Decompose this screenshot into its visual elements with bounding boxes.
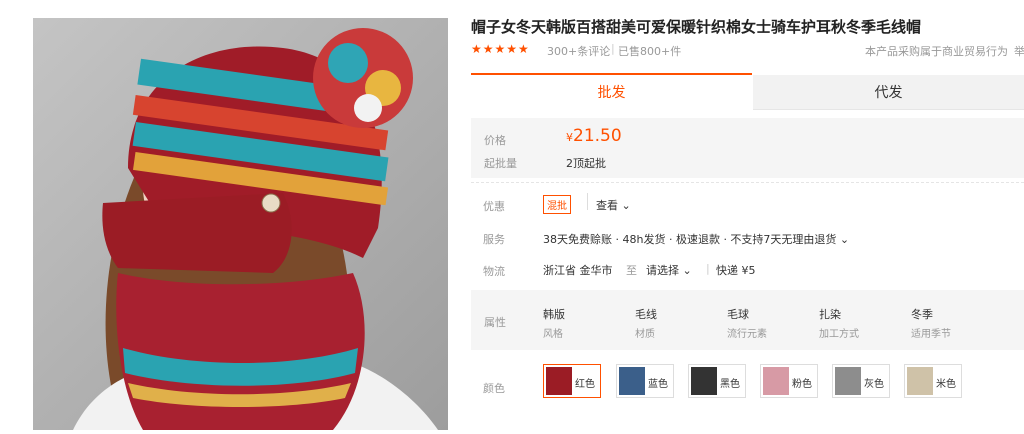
review-count-link[interactable]: 300+条评论 <box>547 43 610 59</box>
mixed-batch-tag: 混批 <box>543 195 571 214</box>
attribute-item: 毛球 流行元素 <box>727 308 767 340</box>
swatch-thumbnail <box>835 367 861 395</box>
price-label: 价格 <box>484 134 506 147</box>
destination-select[interactable]: 请选择 ⌄ <box>646 262 692 278</box>
attribute-item: 毛线 材质 <box>635 308 657 340</box>
logistics-label: 物流 <box>483 265 505 278</box>
product-image[interactable] <box>33 18 448 430</box>
color-option-beige[interactable]: 米色 <box>904 364 962 398</box>
color-option-pink[interactable]: 粉色 <box>760 364 818 398</box>
price-panel: 价格 ¥21.50 起批量 2顶起批 <box>471 118 1024 178</box>
divider: | <box>611 42 615 55</box>
price-value: ¥21.50 <box>566 126 622 146</box>
divider <box>471 182 1024 183</box>
express-fee: 快递 ¥5 <box>716 264 756 277</box>
swatch-thumbnail <box>619 367 645 395</box>
swatch-thumbnail <box>546 367 572 395</box>
swatch-thumbnail <box>691 367 717 395</box>
ship-from: 浙江省 金华市 <box>543 264 613 277</box>
rating-row: ★★★★★ 300+条评论 | 已售800+件 本产品采购属于商业贸易行为 举 <box>471 42 1024 58</box>
color-option-blue[interactable]: 蓝色 <box>616 364 674 398</box>
divider <box>587 193 588 210</box>
report-link[interactable]: 举 <box>1014 43 1024 59</box>
attributes-label: 属性 <box>484 316 506 329</box>
service-label: 服务 <box>483 233 505 246</box>
product-title: 帽子女冬天韩版百搭甜美可爱保暖针织棉女士骑车护耳秋冬季毛线帽 <box>471 18 922 36</box>
promo-view-dropdown[interactable]: 查看 ⌄ <box>596 197 631 213</box>
color-option-gray[interactable]: 灰色 <box>832 364 890 398</box>
purchase-tabs: 批发 代发 <box>471 73 1024 110</box>
service-text[interactable]: 38天免费赊账 · 48h发货 · 极速退款 · 不支持7天无理由退货 ⌄ <box>543 231 849 247</box>
tab-wholesale[interactable]: 批发 <box>471 73 752 109</box>
attribute-item: 扎染 加工方式 <box>819 308 859 340</box>
sold-count: 已售800+件 <box>618 45 682 58</box>
attribute-item: 韩版 风格 <box>543 308 565 340</box>
tab-dropship[interactable]: 代发 <box>753 75 1024 110</box>
color-label: 颜色 <box>483 382 505 395</box>
promo-label: 优惠 <box>483 200 505 213</box>
divider: | <box>706 262 710 275</box>
attributes-panel: 属性 韩版 风格 毛线 材质 毛球 流行元素 扎染 加工方式 冬季 适用季节 <box>471 290 1024 350</box>
trade-notice: 本产品采购属于商业贸易行为 <box>865 45 1008 58</box>
swatch-thumbnail <box>763 367 789 395</box>
attribute-item: 冬季 适用季节 <box>911 308 951 340</box>
swatch-thumbnail <box>907 367 933 395</box>
moq-label: 起批量 <box>484 157 517 170</box>
star-rating-icon: ★★★★★ <box>471 42 530 56</box>
color-option-black[interactable]: 黑色 <box>688 364 746 398</box>
color-option-red[interactable]: 红色 <box>543 364 601 398</box>
moq-value: 2顶起批 <box>566 157 606 170</box>
ship-to-word: 至 <box>626 264 637 277</box>
